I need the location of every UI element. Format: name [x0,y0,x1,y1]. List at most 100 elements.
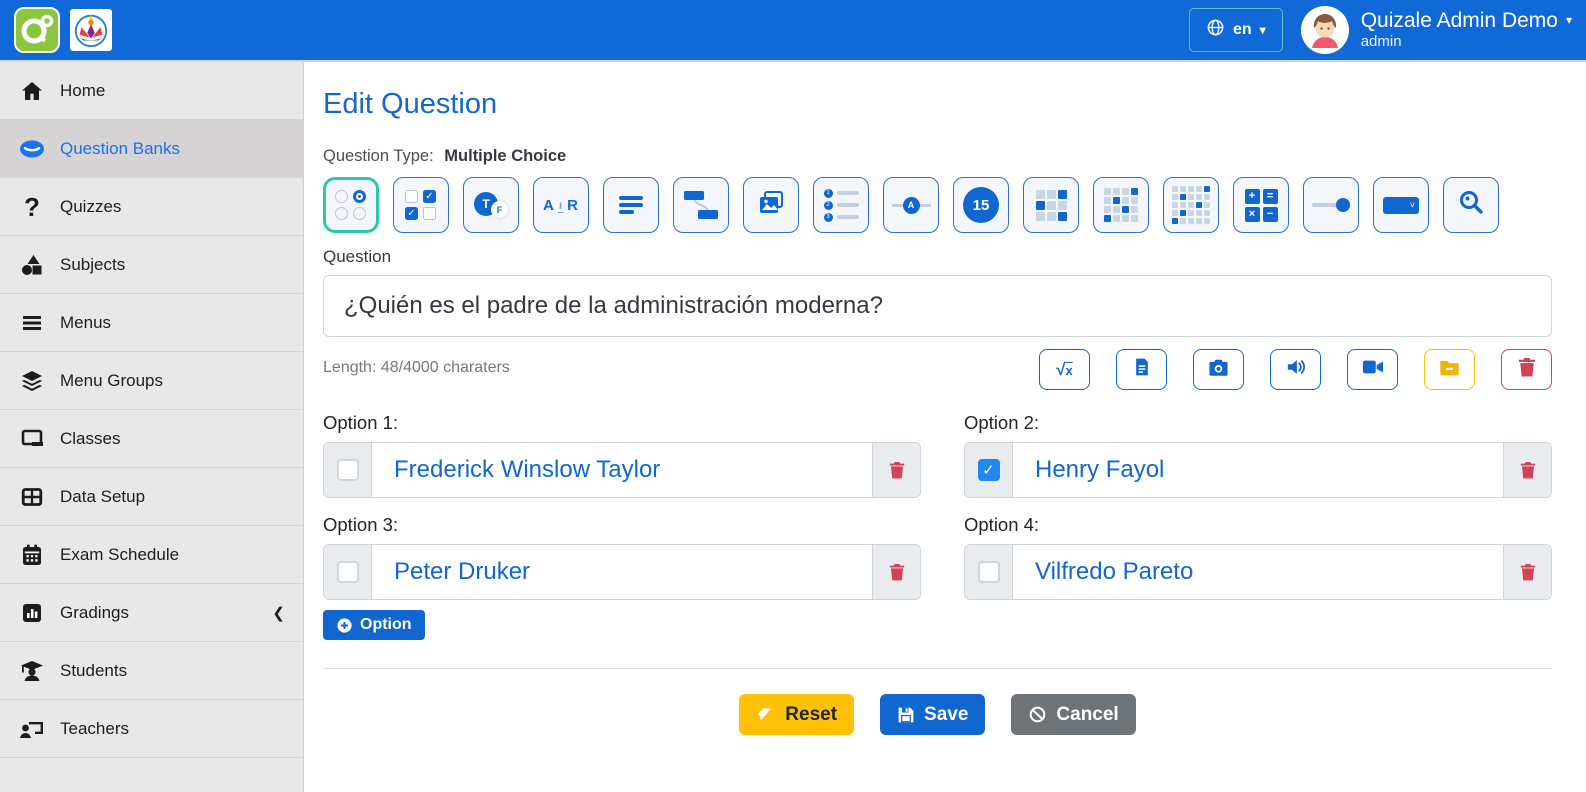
option-1-block: Option 1: [323,412,921,498]
type-button-true-false[interactable]: T F [463,177,519,233]
length-counter: Length: 48/4000 charaters [323,349,510,377]
option-4-block: Option 4: [964,514,1552,600]
question-type-line: Question Type: Multiple Choice [323,147,1552,166]
chevron-down-icon: ▾ [1566,14,1572,28]
formula-icon: √x [1056,360,1073,380]
grid-4x4-icon [1104,188,1138,222]
sidebar-item-menu-groups[interactable]: Menu Groups [0,352,303,410]
type-button-numeric[interactable]: 15 [953,177,1009,233]
option-delete-button[interactable] [872,443,920,497]
quizale-app-logo-icon[interactable] [14,7,60,53]
sidebar-item-menus[interactable]: Menus [0,294,303,352]
option-delete-button[interactable] [872,545,920,599]
sidebar-item-exam-schedule[interactable]: Exam Schedule [0,526,303,584]
sidebar-item-label: Menu Groups [60,371,163,391]
floppy-disk-icon [897,706,915,724]
type-button-multiple-choice[interactable] [323,177,379,233]
delete-media-button[interactable] [1501,349,1552,390]
option-input-group [323,442,921,498]
teacher-icon [18,717,46,741]
numeric-badge-icon: 15 [963,187,999,223]
option-text-input[interactable] [372,443,872,497]
add-option-button[interactable]: Option [323,610,425,640]
sidebar-item-subjects[interactable]: Subjects [0,236,303,294]
folder-button[interactable] [1424,349,1475,390]
math-operations-icon: +=×− [1245,189,1278,222]
sidebar-item-students[interactable]: Students [0,642,303,700]
type-button-dropdown[interactable]: ˅ [1373,177,1429,233]
sidebar-item-label: Students [60,661,127,681]
sidebar-item-classes[interactable]: Classes [0,410,303,468]
option-correct-checkbox[interactable] [978,459,1000,481]
sidebar-item-label: Question Banks [60,139,180,159]
type-button-matching[interactable] [673,177,729,233]
sidebar-item-gradings[interactable]: Gradings ❮ [0,584,303,642]
type-button-grid-5x5[interactable] [1163,177,1219,233]
option-correct-checkbox[interactable] [337,459,359,481]
student-icon [18,659,46,683]
reset-button[interactable]: Reset [739,694,854,735]
sidebar-item-home[interactable]: Home [0,62,303,120]
dropdown-icon: ˅ [1383,197,1419,214]
sidebar-item-question-banks[interactable]: Question Banks [0,120,303,178]
lotus-school-logo-icon[interactable] [70,9,112,51]
type-button-math-operations[interactable]: +=×− [1233,177,1289,233]
video-button[interactable] [1347,349,1398,390]
type-button-fill-in-blank[interactable]: AıR [533,177,589,233]
type-button-grid-4x4[interactable] [1093,177,1149,233]
type-button-image-search[interactable] [1443,177,1499,233]
type-button-multiple-answer[interactable]: ✓✓ [393,177,449,233]
option-text-input[interactable] [1013,443,1503,497]
question-input[interactable] [323,275,1552,337]
page-title: Edit Question [323,88,1552,121]
camera-button[interactable] [1193,349,1244,390]
option-text-input[interactable] [1013,545,1503,599]
save-button[interactable]: Save [880,694,985,735]
matching-icon [684,191,718,219]
cancel-button[interactable]: Cancel [1011,694,1135,735]
audio-button[interactable] [1270,349,1321,390]
user-name: Quizale Admin Demo [1361,9,1558,33]
sidebar-item-label: Classes [60,429,120,449]
sidebar: Home Question Banks ? Quizzes Subjects M… [0,62,304,792]
document-icon [1132,357,1152,382]
option-input-group [323,544,921,600]
option-text-input[interactable] [372,545,872,599]
folder-icon [1439,358,1460,381]
user-role: admin [1361,33,1572,50]
chevron-left-icon[interactable]: ❮ [272,604,285,622]
avatar [1301,6,1349,54]
type-button-text-lines[interactable] [603,177,659,233]
question-type-value: Multiple Choice [444,147,566,165]
option-delete-button[interactable] [1503,443,1551,497]
option-delete-button[interactable] [1503,545,1551,599]
formula-button[interactable]: √x [1039,349,1090,390]
type-button-image[interactable] [743,177,799,233]
type-button-slider[interactable] [1303,177,1359,233]
true-false-icon: T F [474,192,508,218]
sidebar-item-label: Home [60,81,105,101]
option-correct-checkbox[interactable] [337,561,359,583]
layers-icon [18,369,46,393]
laptop-icon [18,427,46,451]
document-button[interactable] [1116,349,1167,390]
sidebar-item-teachers[interactable]: Teachers [0,700,303,758]
eraser-icon [756,706,776,724]
plus-circle-icon [336,617,353,634]
type-button-scale[interactable]: A [883,177,939,233]
ordered-list-icon: 1 2 3 [824,189,859,222]
user-menu[interactable]: Quizale Admin Demo ▾ admin [1301,6,1572,54]
form-actions: Reset Save Cancel [323,694,1552,735]
sidebar-item-quizzes[interactable]: ? Quizzes [0,178,303,236]
option-correct-checkbox[interactable] [978,561,1000,583]
option-input-group [964,442,1552,498]
slider-icon [1312,198,1350,212]
type-button-grid-3x3[interactable] [1023,177,1079,233]
trash-icon [1518,357,1536,382]
sidebar-item-data-setup[interactable]: Data Setup [0,468,303,526]
prohibition-icon [1028,705,1047,724]
language-selector[interactable]: en ▾ [1189,8,1283,52]
chevron-down-icon: ▾ [1260,23,1266,37]
type-button-ordering[interactable]: 1 2 3 [813,177,869,233]
fill-blank-icon: AıR [543,197,579,214]
